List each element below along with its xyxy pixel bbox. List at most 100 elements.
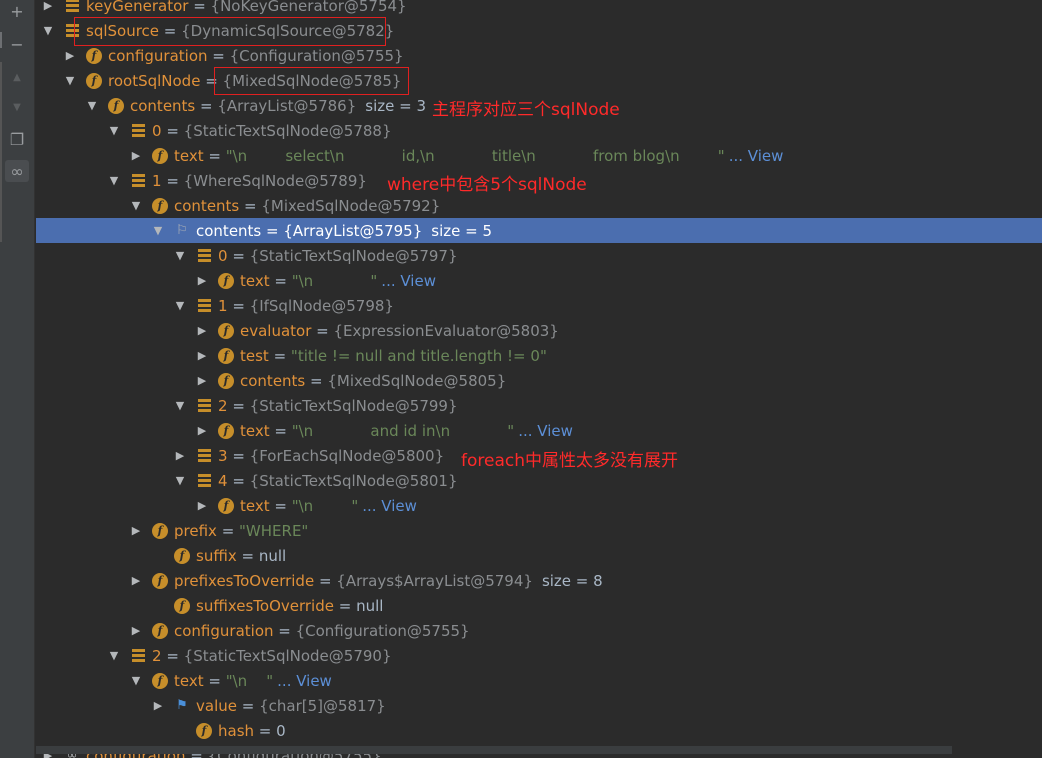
edge-marker [0,32,2,48]
tree-row[interactable]: ▶ keyGenerator = {NoKeyGenerator@5754} [36,0,1042,18]
tree-row[interactable]: ▶ f text = "\n "... View [36,268,1042,293]
equals-sign: = [333,596,357,615]
equals-sign: = [216,521,240,540]
field-icon: f [218,422,234,439]
tree-row[interactable]: ▶ f prefixesToOverride = {Arrays$ArrayList… [36,568,1042,593]
tree-row[interactable]: ▶ f evaluator = {ExpressionEvaluator@5803} [36,318,1042,343]
view-link[interactable]: ... View [518,422,573,440]
collapse-arrow-icon[interactable]: ▼ [108,174,120,187]
tree-row[interactable]: ▶ ⚑ value = {char[5]@5817} [36,693,1042,718]
expand-arrow-icon[interactable]: ▶ [196,349,208,362]
tree-row[interactable]: ▶ f contents = {MixedSqlNode@5805} [36,368,1042,393]
expand-arrow-icon[interactable]: ▶ [42,0,54,12]
field-icon: f [218,347,234,364]
tree-row[interactable]: ▶ f text = "\n "... View [36,493,1042,518]
tree-row[interactable]: ▼ 0 = {StaticTextSqlNode@5788} [36,118,1042,143]
expand-arrow-icon[interactable]: ▶ [196,424,208,437]
horizontal-scrollbar[interactable] [36,746,952,754]
array-element-icon [130,649,146,662]
equals-sign: = [311,321,334,340]
collection-size: size = 5 [431,221,492,240]
collapse-arrow-icon[interactable]: ▼ [130,674,142,687]
collapse-arrow-icon[interactable]: ▼ [108,124,120,137]
tree-row[interactable]: ▼ f text = "\n "... View [36,668,1042,693]
variable-name: test [240,346,269,365]
collapse-arrow-icon[interactable]: ▼ [64,74,76,87]
collapse-arrow-icon[interactable]: ▼ [108,649,120,662]
variable-value: {Arrays$ArrayList@5794} [336,571,533,590]
collapse-arrow-icon[interactable]: ▼ [174,249,186,262]
collapse-arrow-icon[interactable]: ▼ [174,299,186,312]
collection-size: size = 8 [541,571,603,590]
view-link[interactable]: ... View [277,672,332,690]
string-value: "WHERE" [239,521,309,540]
variable-name: text [240,271,270,290]
tree-row[interactable]: ▼ 1 = {IfSqlNode@5798} [36,293,1042,318]
tree-row[interactable]: ▼ f contents = {MixedSqlNode@5792} [36,193,1042,218]
collapse-arrow-icon[interactable]: ▼ [86,99,98,112]
tree-row[interactable]: ▼ ⚐ contents = {ArrayList@5795} size = 5 [36,218,1042,243]
highlight-box-rootsqlnode [214,67,409,95]
collapse-arrow-icon[interactable]: ▼ [130,199,142,212]
view-link[interactable]: ... View [729,147,784,165]
collapse-arrow-icon[interactable]: ▼ [174,399,186,412]
variable-name: 1 [218,296,228,315]
field-icon: f [174,547,190,564]
variable-value: {StaticTextSqlNode@5797} [249,246,458,265]
tree-row[interactable]: ▶ f prefix = "WHERE" [36,518,1042,543]
remove-icon[interactable]: − [5,33,29,55]
equals-sign: = [227,246,250,265]
tree-row[interactable]: ▼ 0 = {StaticTextSqlNode@5797} [36,243,1042,268]
glasses-icon[interactable]: ∞ [5,160,29,182]
annotation-where: where中包含5个sqlNode [387,175,587,195]
array-element-icon [130,174,146,187]
move-up-icon[interactable]: ▲ [5,66,29,88]
variable-name: contents [240,371,306,390]
equals-sign: = [227,296,250,315]
collapse-arrow-icon[interactable]: ▼ [152,224,164,237]
collapse-arrow-icon[interactable]: ▼ [42,24,54,37]
field-icon: f [152,672,168,689]
add-icon[interactable]: + [5,0,29,22]
expand-arrow-icon[interactable]: ▶ [196,324,208,337]
variable-name: prefix [174,521,217,540]
tree-row[interactable]: ▼ 4 = {StaticTextSqlNode@5801} [36,468,1042,493]
tree-row[interactable]: ▶ f configuration = {Configuration@5755} [36,43,1042,68]
tree-row[interactable]: ▼ f rootSqlNode = {MixedSqlNode@5785} [36,68,1042,93]
view-link[interactable]: ... View [362,497,417,515]
expand-arrow-icon[interactable]: ▶ [196,499,208,512]
collapse-arrow-icon[interactable]: ▼ [174,474,186,487]
expand-arrow-icon[interactable]: ▶ [196,274,208,287]
expand-arrow-icon[interactable]: ▶ [130,524,142,537]
tree-row[interactable]: f hash = 0 [36,718,1042,743]
array-element-icon [196,474,212,487]
expand-arrow-icon[interactable]: ▶ [130,149,142,162]
tree-row[interactable]: ▼ 2 = {StaticTextSqlNode@5790} [36,643,1042,668]
equals-sign: = [203,146,226,165]
literal-value: null [258,546,287,565]
expand-arrow-icon[interactable]: ▶ [64,49,76,62]
string-value: "\n " [225,671,274,690]
variable-name: configuration [108,46,208,65]
variable-value: {ForEachSqlNode@5800} [249,446,445,465]
tree-row[interactable]: ▶ f text = "\n select\n id,\n title\n from… [36,143,1042,168]
variable-value: {StaticTextSqlNode@5799} [249,396,458,415]
tree-row[interactable]: ▼ 2 = {StaticTextSqlNode@5799} [36,393,1042,418]
expand-arrow-icon[interactable]: ▶ [152,699,164,712]
copy-icon[interactable]: ❐ [5,128,29,150]
tree-row[interactable]: ▶ f configuration = {Configuration@5755} [36,618,1042,643]
tree-row[interactable]: ▶ f test = "title != null and title.length… [36,343,1042,368]
equals-sign: = [254,721,277,740]
tree-row[interactable]: ▶ f text = "\n and id in\n "... View [36,418,1042,443]
view-link[interactable]: ... View [381,272,436,290]
variable-name: 1 [152,171,162,190]
expand-arrow-icon[interactable]: ▶ [130,624,142,637]
expand-arrow-icon[interactable]: ▶ [196,374,208,387]
expand-arrow-icon[interactable]: ▶ [130,574,142,587]
tree-row[interactable]: f suffix = null [36,543,1042,568]
tree-row[interactable]: f suffixesToOverride = null [36,593,1042,618]
equals-sign: = [227,396,250,415]
move-down-icon[interactable]: ▼ [5,96,29,118]
expand-arrow-icon[interactable]: ▶ [174,449,186,462]
field-icon: f [152,522,168,539]
